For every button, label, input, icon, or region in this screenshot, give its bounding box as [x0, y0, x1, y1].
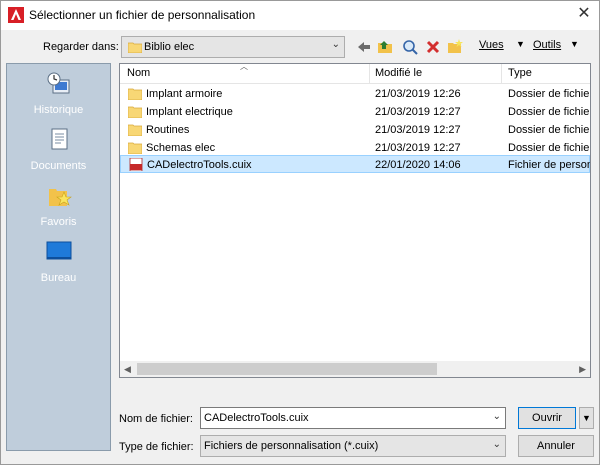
open-options-dropdown-icon[interactable]: ▼: [579, 407, 594, 429]
scroll-right-icon[interactable]: ▶: [579, 364, 586, 375]
cancel-button[interactable]: Annuler: [518, 435, 594, 457]
dialog-title: Sélectionner un fichier de personnalisat…: [29, 8, 256, 22]
list-item-selected[interactable]: CADelectroTools.cuix 22/01/2020 14:06 Fi…: [120, 155, 590, 173]
favorites-icon: [49, 189, 72, 206]
column-divider[interactable]: [501, 64, 502, 84]
filetype-dropdown[interactable]: Fichiers de personnalisation (*.cuix) ⌄: [200, 435, 506, 457]
filetype-label: Type de fichier:: [119, 441, 194, 453]
file-type: Dossier de fichiers: [508, 124, 590, 136]
column-header-type[interactable]: Type: [508, 67, 532, 79]
new-folder-icon[interactable]: [445, 37, 465, 57]
place-history[interactable]: Historique: [7, 68, 110, 120]
column-header-row: ︿ Nom Modifié le Type: [120, 62, 590, 84]
views-menu[interactable]: Vues: [479, 39, 504, 51]
search-web-icon[interactable]: [400, 37, 420, 57]
close-button[interactable]: ✕: [575, 5, 593, 23]
list-item[interactable]: Routines 21/03/2019 12:27 Dossier de fic…: [120, 121, 590, 139]
column-header-name[interactable]: Nom: [127, 67, 150, 79]
autocad-app-icon: [8, 7, 24, 23]
tools-label: Outils: [533, 39, 562, 51]
chevron-down-icon: ⌄: [492, 439, 501, 450]
place-documents[interactable]: Documents: [7, 124, 110, 176]
sort-ascending-icon: ︿: [240, 62, 248, 71]
tools-menu[interactable]: Outils: [533, 39, 561, 51]
views-label: Vues: [479, 39, 504, 51]
file-date: 21/03/2019 12:27: [375, 124, 461, 136]
file-list[interactable]: ︿ Nom Modifié le Type Implant armoire 21…: [119, 62, 591, 378]
place-desktop[interactable]: Bureau: [7, 236, 110, 288]
lookin-dropdown[interactable]: Biblio elec ⌄: [121, 36, 345, 58]
filename-label: Nom de fichier:: [119, 413, 193, 425]
up-folder-icon[interactable]: [375, 37, 395, 57]
file-name: CADelectroTools.cuix: [147, 159, 252, 171]
title-bar: Sélectionner un fichier de personnalisat…: [1, 1, 599, 30]
back-arrow-icon[interactable]: [354, 37, 374, 57]
file-name: Implant electrique: [146, 106, 233, 118]
chevron-down-icon[interactable]: ⌄: [493, 411, 501, 422]
file-dialog: Sélectionner un fichier de personnalisat…: [0, 0, 600, 465]
file-name: Schemas elec: [146, 142, 216, 154]
filename-value: CADelectroTools.cuix: [204, 412, 309, 424]
cuix-file-icon: [129, 158, 143, 171]
lookin-value: Biblio elec: [144, 41, 195, 53]
scroll-left-icon[interactable]: ◀: [124, 364, 131, 375]
file-type: Fichier de personnalisation: [508, 159, 590, 171]
place-favorites[interactable]: Favoris: [7, 180, 110, 232]
folder-icon: [128, 42, 142, 53]
file-date: 21/03/2019 12:26: [375, 88, 461, 100]
column-divider[interactable]: [369, 64, 370, 84]
history-icon: [47, 72, 70, 94]
place-label: Bureau: [40, 272, 77, 284]
scrollbar-thumb[interactable]: [137, 363, 437, 375]
folder-icon: [128, 88, 142, 100]
place-label: Documents: [30, 160, 87, 172]
delete-icon[interactable]: [423, 37, 443, 57]
column-header-modified[interactable]: Modifié le: [375, 67, 422, 79]
file-name: Implant armoire: [146, 88, 223, 100]
file-type: Dossier de fichiers: [508, 88, 590, 100]
places-bar: Historique Documents Favoris Bureau: [6, 63, 111, 451]
file-date: 22/01/2020 14:06: [375, 159, 461, 171]
tools-dropdown-icon[interactable]: ▼: [570, 39, 579, 49]
desktop-icon: [46, 241, 72, 260]
filename-input[interactable]: CADelectroTools.cuix ⌄: [200, 407, 506, 429]
documents-icon: [51, 128, 68, 150]
file-date: 21/03/2019 12:27: [375, 106, 461, 118]
horizontal-scrollbar[interactable]: ◀ ▶: [120, 361, 590, 377]
views-dropdown-icon[interactable]: ▼: [516, 39, 525, 49]
folder-icon: [128, 106, 142, 118]
folder-icon: [128, 142, 142, 154]
place-label: Historique: [33, 104, 84, 116]
folder-icon: [128, 124, 142, 136]
filetype-value: Fichiers de personnalisation (*.cuix): [204, 440, 379, 452]
file-type: Dossier de fichiers: [508, 142, 590, 154]
place-label: Favoris: [40, 216, 77, 228]
open-button[interactable]: Ouvrir: [518, 407, 576, 429]
list-item[interactable]: Implant electrique 21/03/2019 12:27 Doss…: [120, 103, 590, 121]
lookin-label: Regarder dans:: [43, 41, 119, 53]
file-name: Routines: [146, 124, 190, 136]
list-item[interactable]: Implant armoire 21/03/2019 12:26 Dossier…: [120, 85, 590, 103]
file-date: 21/03/2019 12:27: [375, 142, 461, 154]
file-type: Dossier de fichiers: [508, 106, 590, 118]
chevron-down-icon: ⌄: [331, 39, 340, 50]
